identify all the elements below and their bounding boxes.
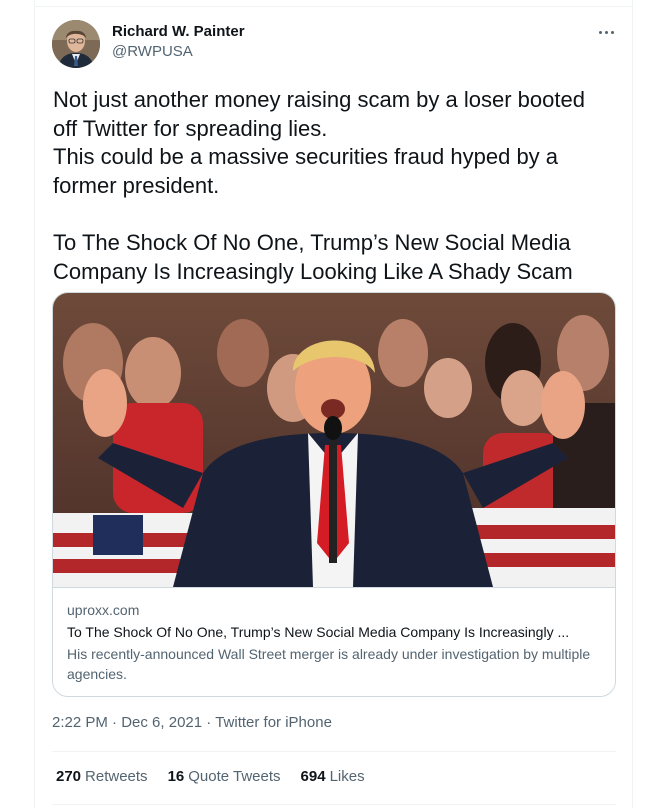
column-border-top xyxy=(34,6,633,7)
card-description: His recently-announced Wall Street merge… xyxy=(67,646,591,682)
link-preview-card[interactable]: uproxx.com To The Shock Of No One, Trump… xyxy=(52,292,616,697)
retweets-label: Retweets xyxy=(85,768,148,785)
avatar[interactable] xyxy=(52,20,100,68)
tweet-headline-line: To The Shock Of No One, Trump’s New Soci… xyxy=(53,229,571,255)
card-domain: uproxx.com xyxy=(67,602,140,618)
tweet-headline-line: Company Is Increasingly Looking Like A S… xyxy=(53,258,573,284)
author-name[interactable]: Richard W. Painter xyxy=(112,23,245,40)
card-image xyxy=(53,293,615,587)
tweet-meta: 2:22 PM · Dec 6, 2021 · Twitter for iPho… xyxy=(52,714,332,731)
retweets-stat[interactable]: 270 Retweets xyxy=(56,768,148,785)
tweet-text: Not just another money raising scam by a… xyxy=(53,86,623,286)
divider xyxy=(52,804,616,805)
quote-tweets-count: 16 xyxy=(167,768,185,785)
tweet-time[interactable]: 2:22 PM xyxy=(52,714,108,731)
column-border-left xyxy=(34,0,35,808)
card-title: To The Shock Of No One, Trump’s New Soci… xyxy=(67,624,570,640)
card-divider xyxy=(53,587,615,588)
quote-tweets-stat[interactable]: 16 Quote Tweets xyxy=(168,768,281,785)
meta-separator: · xyxy=(206,714,212,731)
tweet-stats: 270 Retweets 16 Quote Tweets 694 Likes xyxy=(56,768,365,785)
avatar-photo xyxy=(52,20,100,68)
tweet-date[interactable]: Dec 6, 2021 xyxy=(121,714,202,731)
likes-label: Likes xyxy=(329,768,365,785)
tweet-line: Not just another money raising scam by a… xyxy=(53,87,585,112)
tweet-line: This could be a massive securities fraud… xyxy=(53,144,559,170)
rally-photo xyxy=(53,293,615,587)
column-border-right xyxy=(632,0,633,808)
author-handle[interactable]: @RWPUSA xyxy=(112,43,193,60)
more-horizontal-icon[interactable] xyxy=(596,22,616,42)
quote-tweets-label: Quote Tweets xyxy=(188,768,281,785)
tweet-line: off Twitter for spreading lies. xyxy=(53,115,328,141)
meta-separator: · xyxy=(112,714,118,731)
likes-stat[interactable]: 694 Likes xyxy=(301,768,365,785)
divider xyxy=(52,751,616,752)
retweets-count: 270 xyxy=(56,768,82,785)
likes-count: 694 xyxy=(300,768,326,785)
tweet-line: former president. xyxy=(53,173,220,199)
tweet-source[interactable]: Twitter for iPhone xyxy=(215,714,332,731)
